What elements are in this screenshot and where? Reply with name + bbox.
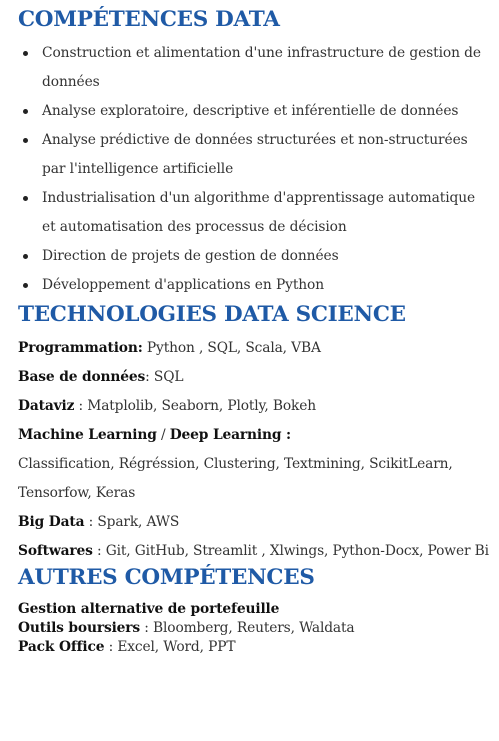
bigdata-label: Big Data	[18, 514, 85, 530]
dataviz-value: : Matplolib, Seaborn, Plotly, Bokeh	[74, 398, 317, 414]
dl-label: Deep Learning :	[169, 427, 291, 443]
list-item-text: Construction et alimentation d'une infra…	[42, 45, 481, 90]
outils-line: Outils boursiers : Bloomberg, Reuters, W…	[18, 619, 489, 638]
list-item-text: Industrialisation d'un algorithme d'appr…	[42, 190, 476, 235]
outils-value: : Bloomberg, Reuters, Waldata	[140, 620, 355, 636]
bdd-label: Base de données	[18, 369, 146, 385]
section-title-competences-data: COMPÉTENCES DATA	[18, 7, 280, 32]
competences-list: Construction et alimentation d'une infra…	[18, 39, 489, 300]
gestion-label: Gestion alternative de portefeuille	[18, 601, 280, 617]
bigdata-line: Big Data : Spark, AWS	[18, 508, 489, 537]
dataviz-label: Dataviz	[18, 398, 75, 414]
list-item: Industrialisation d'un algorithme d'appr…	[18, 184, 489, 242]
bullet-icon	[23, 254, 28, 259]
list-item: Analyse exploratoire, descriptive et inf…	[18, 97, 489, 126]
ml-line: Machine Learning / Deep Learning :	[18, 421, 489, 450]
pack-value: : Excel, Word, PPT	[104, 639, 236, 655]
technologies-block: Programmation: Python , SQL, Scala, VBA …	[18, 334, 489, 566]
section-title-autres: AUTRES COMPÉTENCES	[18, 565, 315, 590]
list-item: Direction de projets de gestion de donné…	[18, 242, 489, 271]
list-item-text: Direction de projets de gestion de donné…	[42, 248, 339, 264]
list-item-text: Analyse exploratoire, descriptive et inf…	[42, 103, 459, 119]
ml-label: Machine Learning	[18, 427, 157, 443]
list-item: Développement d'applications en Python	[18, 271, 489, 300]
pack-label: Pack Office	[18, 639, 105, 655]
skills-page: COMPÉTENCES DATA Construction et aliment…	[0, 0, 499, 741]
ml-value: Classification, Régréssion, Clustering, …	[18, 456, 453, 501]
pack-line: Pack Office : Excel, Word, PPT	[18, 638, 489, 657]
bullet-icon	[23, 196, 28, 201]
bdd-value: : SQL	[145, 369, 184, 385]
list-item: Construction et alimentation d'une infra…	[18, 39, 489, 97]
programmation-line: Programmation: Python , SQL, Scala, VBA	[18, 334, 489, 363]
dataviz-line: Dataviz : Matplolib, Seaborn, Plotly, Bo…	[18, 392, 489, 421]
bullet-icon	[23, 51, 28, 56]
ml-separator: /	[156, 427, 170, 443]
softwares-line: Softwares : Git, GitHub, Streamlit , Xlw…	[18, 537, 489, 566]
autres-block: Gestion alternative de portefeuille Outi…	[18, 600, 489, 657]
bullet-icon	[23, 138, 28, 143]
list-item-text: Développement d'applications en Python	[42, 277, 325, 293]
bullet-icon	[23, 283, 28, 288]
outils-label: Outils boursiers	[18, 620, 141, 636]
section-title-technologies: TECHNOLOGIES DATA SCIENCE	[18, 302, 406, 327]
programmation-value: Python , SQL, Scala, VBA	[142, 340, 321, 356]
bigdata-value: : Spark, AWS	[84, 514, 180, 530]
list-item: Analyse prédictive de données structurée…	[18, 126, 489, 184]
programmation-label: Programmation:	[18, 340, 143, 356]
softwares-value: : Git, GitHub, Streamlit , Xlwings, Pyth…	[92, 543, 489, 559]
bdd-line: Base de données: SQL	[18, 363, 489, 392]
bullet-icon	[23, 109, 28, 114]
softwares-label: Softwares	[18, 543, 93, 559]
list-item-text: Analyse prédictive de données structurée…	[42, 132, 468, 177]
gestion-line: Gestion alternative de portefeuille	[18, 600, 489, 619]
